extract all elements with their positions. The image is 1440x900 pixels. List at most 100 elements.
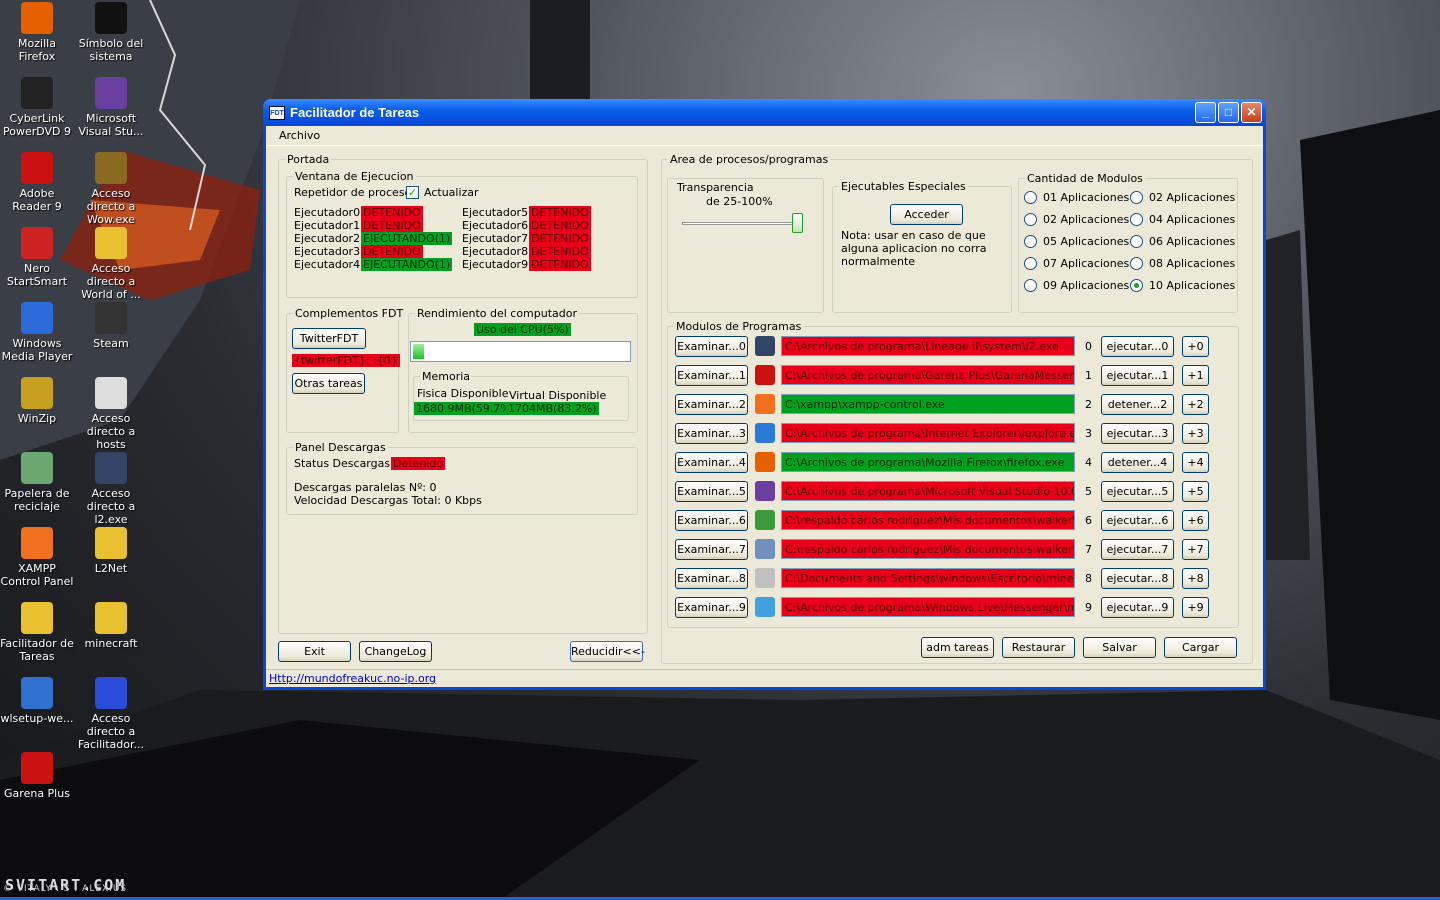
module-action-button[interactable]: ejecutar...6 xyxy=(1101,510,1174,531)
l2net-icon xyxy=(95,527,127,559)
icon-xampp[interactable]: XAMPP Control Panel xyxy=(0,527,74,588)
descargas-status-label: Status Descargas: xyxy=(294,457,394,470)
icon-steam[interactable]: Steam xyxy=(74,302,148,350)
desktop-icon-label: Acceso directo a l2.exe xyxy=(86,487,136,526)
module-path[interactable]: C:\Archivos de programa\Mozilla Firefox\… xyxy=(781,452,1075,472)
radio-label: 08 Aplicaciones xyxy=(1149,257,1236,270)
examinar-button[interactable]: Examinar...1 xyxy=(675,365,748,386)
minimize-icon[interactable]: _ xyxy=(1195,102,1216,123)
icon-wmp[interactable]: Windows Media Player xyxy=(0,302,74,363)
icon-recycle-bin[interactable]: Papelera de reciclaje xyxy=(0,452,74,513)
module-action-button[interactable]: ejecutar...8 xyxy=(1101,568,1174,589)
icon-garena[interactable]: Garena Plus xyxy=(0,752,74,800)
icon-cmd[interactable]: Símbolo del sistema xyxy=(74,2,148,63)
icon-nero[interactable]: Nero StartSmart xyxy=(0,227,74,288)
reducir-button[interactable]: Reducidir<<- xyxy=(570,641,645,662)
restaurar-button[interactable]: Restaurar xyxy=(1002,637,1075,658)
module-action-button[interactable]: ejecutar...7 xyxy=(1101,539,1174,560)
module-plus-button[interactable]: +1 xyxy=(1182,365,1209,386)
modulos-radio[interactable]: 09 Aplicaciones xyxy=(1024,279,1129,292)
module-action-button[interactable]: detener...4 xyxy=(1101,452,1174,473)
menu-archivo[interactable]: Archivo xyxy=(279,129,320,142)
icon-cyberlink[interactable]: CyberLink PowerDVD 9 xyxy=(0,77,74,138)
icon-wlsetup[interactable]: wlsetup-we... xyxy=(0,677,74,725)
salvar-button[interactable]: Salvar xyxy=(1083,637,1156,658)
modulos-radio[interactable]: 02 Aplicaciones xyxy=(1130,191,1235,204)
maximize-icon[interactable]: □ xyxy=(1218,102,1239,123)
icon-adobe-reader[interactable]: Adobe Reader 9 xyxy=(0,152,74,213)
adm-tareas-button[interactable]: adm tareas xyxy=(921,637,994,658)
module-path[interactable]: C:\xampp\xampp-control.exe xyxy=(781,394,1075,414)
modulos-radio[interactable]: 10 Aplicaciones xyxy=(1130,279,1235,292)
icon-visual-studio[interactable]: Microsoft Visual Stu... xyxy=(74,77,148,138)
module-plus-button[interactable]: +0 xyxy=(1182,336,1209,357)
desktop-icon-label: Garena Plus xyxy=(4,787,70,800)
module-plus-button[interactable]: +7 xyxy=(1182,539,1209,560)
module-path[interactable]: C:\respaldo carlos rodriguez\Mis documen… xyxy=(781,510,1075,530)
module-plus-button[interactable]: +3 xyxy=(1182,423,1209,444)
transparencia-slider[interactable] xyxy=(792,213,803,233)
examinar-button[interactable]: Examinar...2 xyxy=(675,394,748,415)
module-plus-button[interactable]: +4 xyxy=(1182,452,1209,473)
modulos-radio[interactable]: 04 Aplicaciones xyxy=(1130,213,1235,226)
module-path[interactable]: C:\Documents and Settings\windows\Escrit… xyxy=(781,568,1075,588)
module-number: 2 xyxy=(1085,398,1092,411)
modulos-radio[interactable]: 02 Aplicaciones xyxy=(1024,213,1129,226)
executor-status: DETENIDO xyxy=(529,206,591,219)
icon-wow[interactable]: Acceso directo a Wow.exe xyxy=(74,152,148,226)
module-action-button[interactable]: ejecutar...0 xyxy=(1101,336,1174,357)
module-action-button[interactable]: ejecutar...9 xyxy=(1101,597,1174,618)
icon-hosts[interactable]: Acceso directo a hosts xyxy=(74,377,148,451)
module-number: 8 xyxy=(1085,572,1092,585)
examinar-button[interactable]: Examinar...7 xyxy=(675,539,748,560)
icon-l2[interactable]: Acceso directo a l2.exe xyxy=(74,452,148,526)
otras-tareas-button[interactable]: Otras tareas xyxy=(292,373,365,394)
actualizar-checkbox[interactable]: ✓ xyxy=(406,186,419,199)
modulos-radio[interactable]: 01 Aplicaciones xyxy=(1024,191,1129,204)
examinar-button[interactable]: Examinar...9 xyxy=(675,597,748,618)
icon-fdt[interactable]: Acceso directo a Facilitador... xyxy=(74,677,148,751)
module-plus-button[interactable]: +6 xyxy=(1182,510,1209,531)
module-path[interactable]: C:\respaldo carlos rodriguez\Mis documen… xyxy=(781,539,1075,559)
icon-facilitador-folder[interactable]: Facilitador de Tareas xyxy=(0,602,74,663)
module-plus-button[interactable]: +9 xyxy=(1182,597,1209,618)
module-action-button[interactable]: ejecutar...1 xyxy=(1101,365,1174,386)
module-action-button[interactable]: detener...2 xyxy=(1101,394,1174,415)
module-plus-button[interactable]: +8 xyxy=(1182,568,1209,589)
module-path[interactable]: C:\Archivos de programa\Internet Explore… xyxy=(781,423,1075,443)
icon-world-of[interactable]: Acceso directo a World of ... xyxy=(74,227,148,301)
module-plus-button[interactable]: +2 xyxy=(1182,394,1209,415)
modulos-radio[interactable]: 07 Aplicaciones xyxy=(1024,257,1129,270)
exit-button[interactable]: Exit xyxy=(278,641,351,662)
examinar-button[interactable]: Examinar...0 xyxy=(675,336,748,357)
cargar-button[interactable]: Cargar xyxy=(1164,637,1237,658)
examinar-button[interactable]: Examinar...6 xyxy=(675,510,748,531)
module-path[interactable]: C:\Archivos de programa\Microsoft Visual… xyxy=(781,481,1075,501)
icon-winzip[interactable]: WinZip xyxy=(0,377,74,425)
modulos-radio[interactable]: 05 Aplicaciones xyxy=(1024,235,1129,248)
website-link[interactable]: Http://mundofreakuc.no-ip.org xyxy=(269,672,436,685)
module-number: 5 xyxy=(1085,485,1092,498)
module-action-button[interactable]: ejecutar...5 xyxy=(1101,481,1174,502)
module-path[interactable]: C:\Archivos de programa\Windows Live\Mes… xyxy=(781,597,1075,617)
modulos-radio[interactable]: 08 Aplicaciones xyxy=(1130,257,1235,270)
examinar-button[interactable]: Examinar...4 xyxy=(675,452,748,473)
examinar-button[interactable]: Examinar...5 xyxy=(675,481,748,502)
icon-l2net[interactable]: L2Net xyxy=(74,527,148,575)
module-plus-button[interactable]: +5 xyxy=(1182,481,1209,502)
changelog-button[interactable]: ChangeLog xyxy=(359,641,432,662)
examinar-button[interactable]: Examinar...3 xyxy=(675,423,748,444)
modulos-group: Modulos de Programas Examinar...0 C:\Arch… xyxy=(667,320,1239,628)
examinar-button[interactable]: Examinar...8 xyxy=(675,568,748,589)
icon-minecraft[interactable]: minecraft xyxy=(74,602,148,650)
module-action-button[interactable]: ejecutar...3 xyxy=(1101,423,1174,444)
title-bar[interactable]: FDT Facilitador de Tareas _ □ ✕ xyxy=(263,99,1266,126)
executor-status: EJECUTANDO(1) xyxy=(361,258,453,271)
acceder-button[interactable]: Acceder xyxy=(890,204,963,225)
module-path[interactable]: C:\Archivos de programa\Garena Plus\Gare… xyxy=(781,365,1075,385)
close-icon[interactable]: ✕ xyxy=(1241,102,1262,123)
modulos-radio[interactable]: 06 Aplicaciones xyxy=(1130,235,1235,248)
icon-firefox[interactable]: Mozilla Firefox xyxy=(0,2,74,63)
twitter-button[interactable]: TwitterFDT xyxy=(292,328,366,349)
module-path[interactable]: C:\Archivos de programa\Lineage II\syste… xyxy=(781,336,1075,356)
